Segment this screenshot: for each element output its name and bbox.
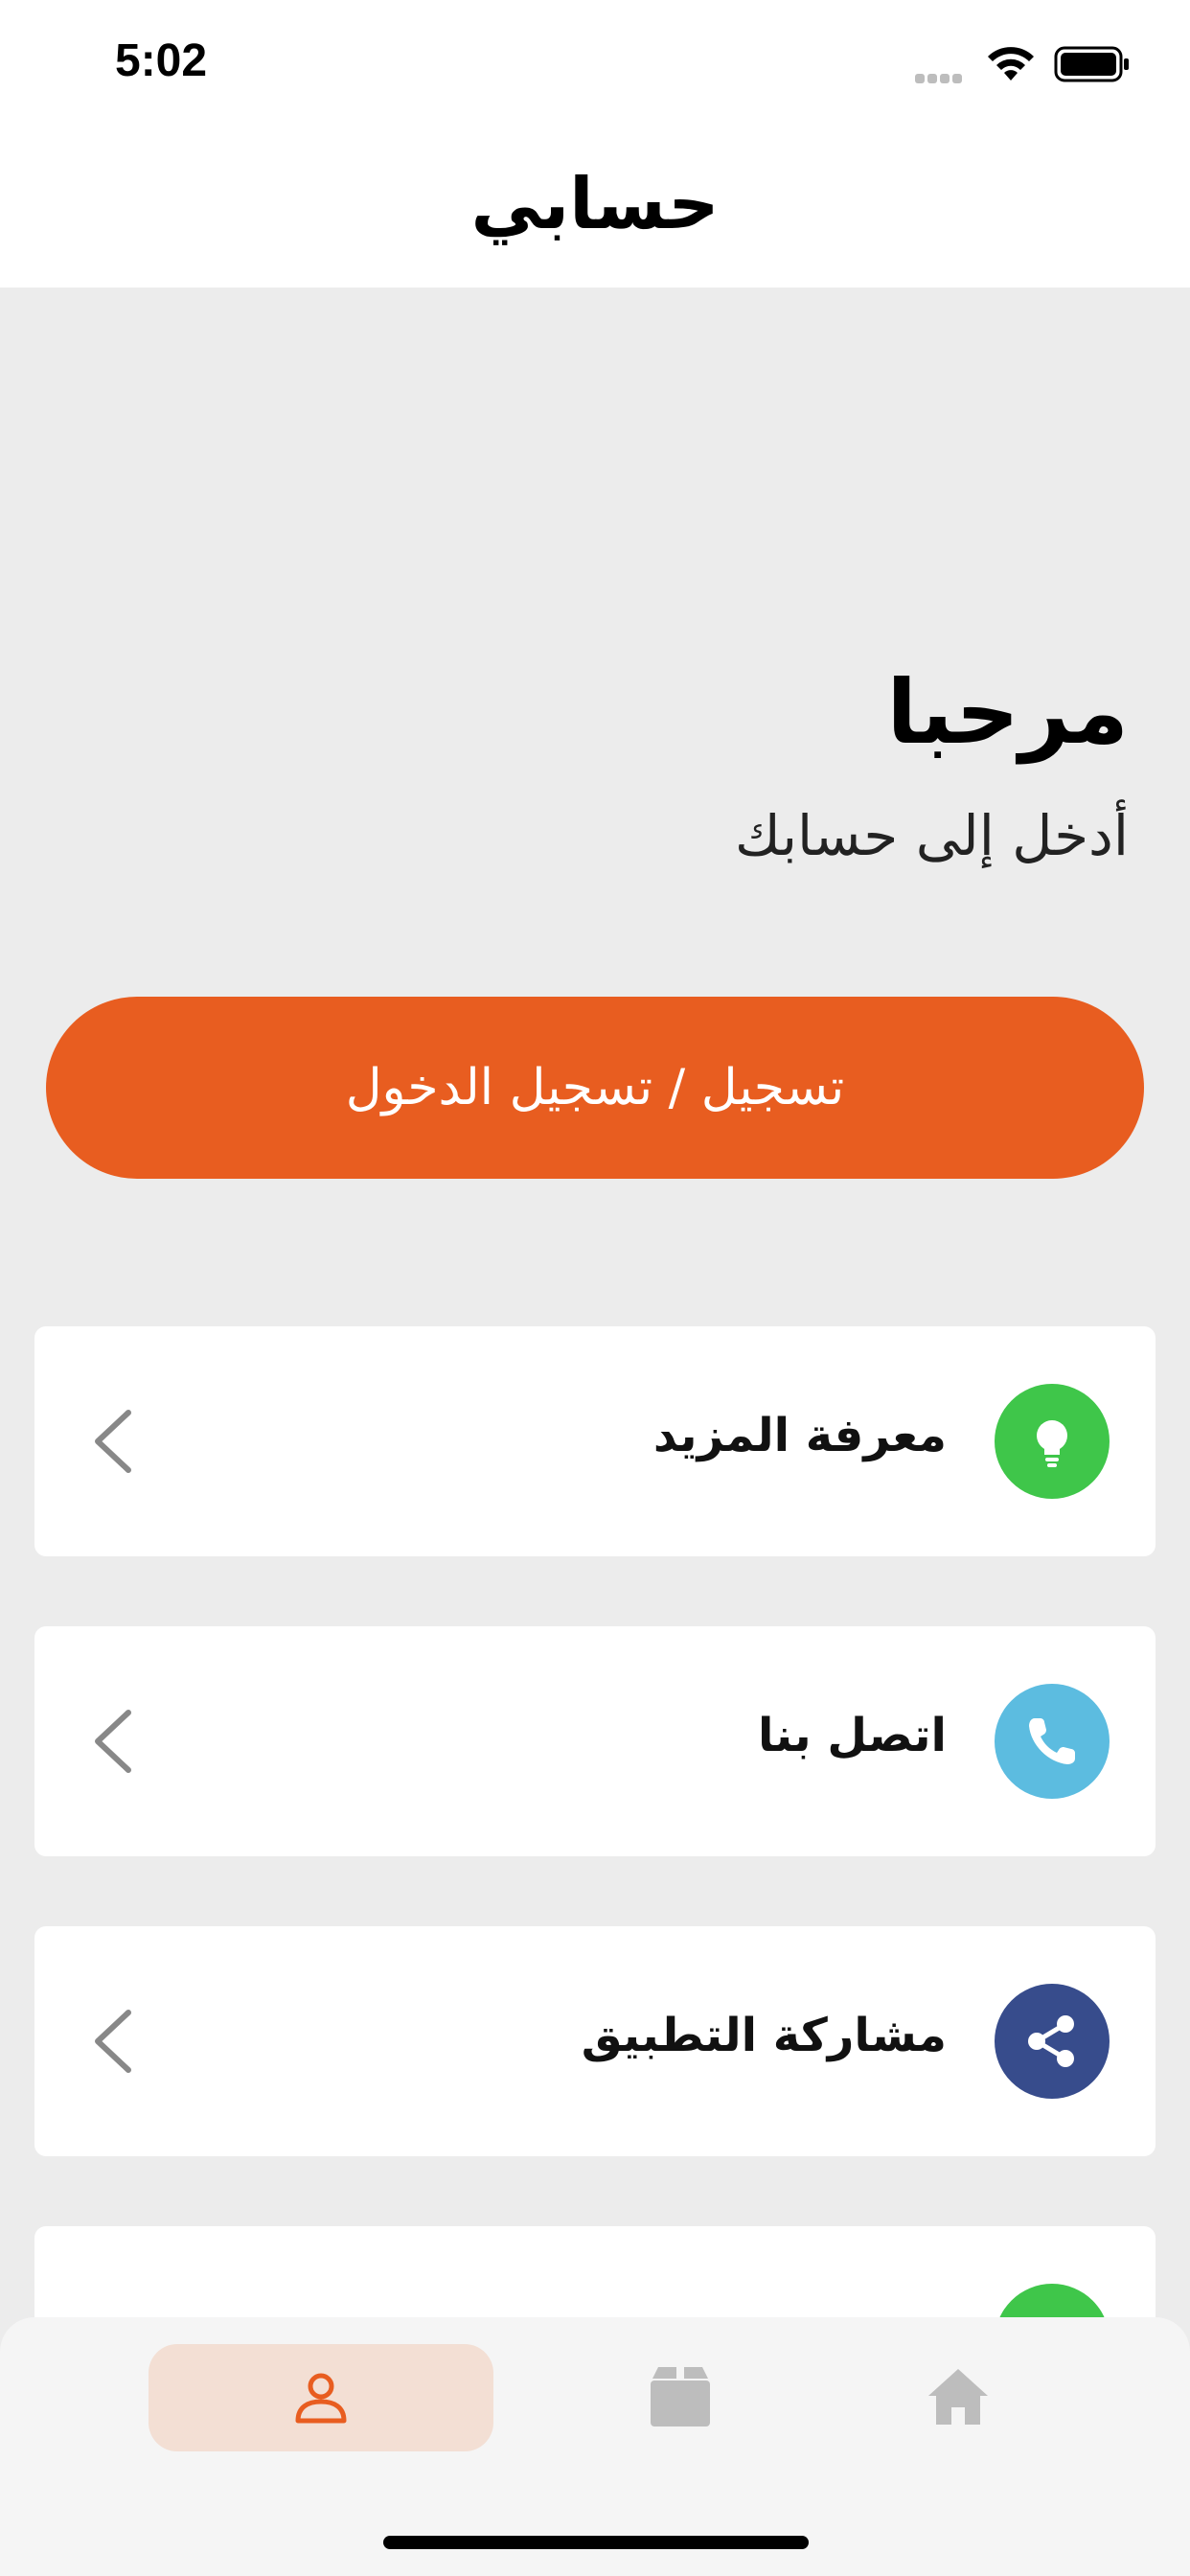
status-bar: 5:02	[0, 0, 1190, 134]
share-icon	[1028, 2015, 1074, 2067]
phone-icon	[1029, 1718, 1075, 1764]
status-time: 5:02	[115, 35, 208, 86]
page-title: حسابي	[470, 163, 720, 245]
chevron-left-icon	[95, 1710, 131, 1773]
phone-icon-badge	[995, 1684, 1110, 1799]
lightbulb-icon-badge	[995, 1384, 1110, 1499]
home-icon	[928, 2369, 988, 2425]
tab-account[interactable]	[149, 2344, 493, 2451]
wifi-icon	[988, 47, 1034, 80]
page-header: حسابي	[0, 134, 1190, 288]
box-icon	[651, 2367, 710, 2426]
user-icon	[295, 2373, 347, 2424]
chevron-left-icon	[95, 2010, 131, 2073]
login-register-button[interactable]: تسجيل / تسجيل الدخول	[46, 997, 1144, 1179]
menu-item-learn-more[interactable]: معرفة المزيد	[34, 1326, 1156, 1556]
cellular-signal-icon	[915, 69, 971, 83]
chevron-left-icon	[95, 1410, 131, 1473]
menu-item-label: معرفة المزيد	[652, 1409, 947, 1462]
home-indicator	[383, 2536, 809, 2549]
menu-item-label: مشاركة التطبيق	[581, 2009, 947, 2062]
tab-orders[interactable]	[604, 2344, 757, 2451]
welcome-subtitle: أدخل إلى حسابك	[734, 803, 1129, 868]
battery-icon	[1054, 46, 1129, 82]
welcome-title: مرحبا	[886, 661, 1129, 764]
menu-item-contact-us[interactable]: اتصل بنا	[34, 1626, 1156, 1856]
menu-item-share-app[interactable]: مشاركة التطبيق	[34, 1926, 1156, 2156]
share-icon-badge	[995, 1984, 1110, 2099]
lightbulb-icon	[1037, 1420, 1067, 1467]
menu-item-label: اتصل بنا	[758, 1709, 947, 1762]
tab-home[interactable]	[881, 2344, 1035, 2451]
